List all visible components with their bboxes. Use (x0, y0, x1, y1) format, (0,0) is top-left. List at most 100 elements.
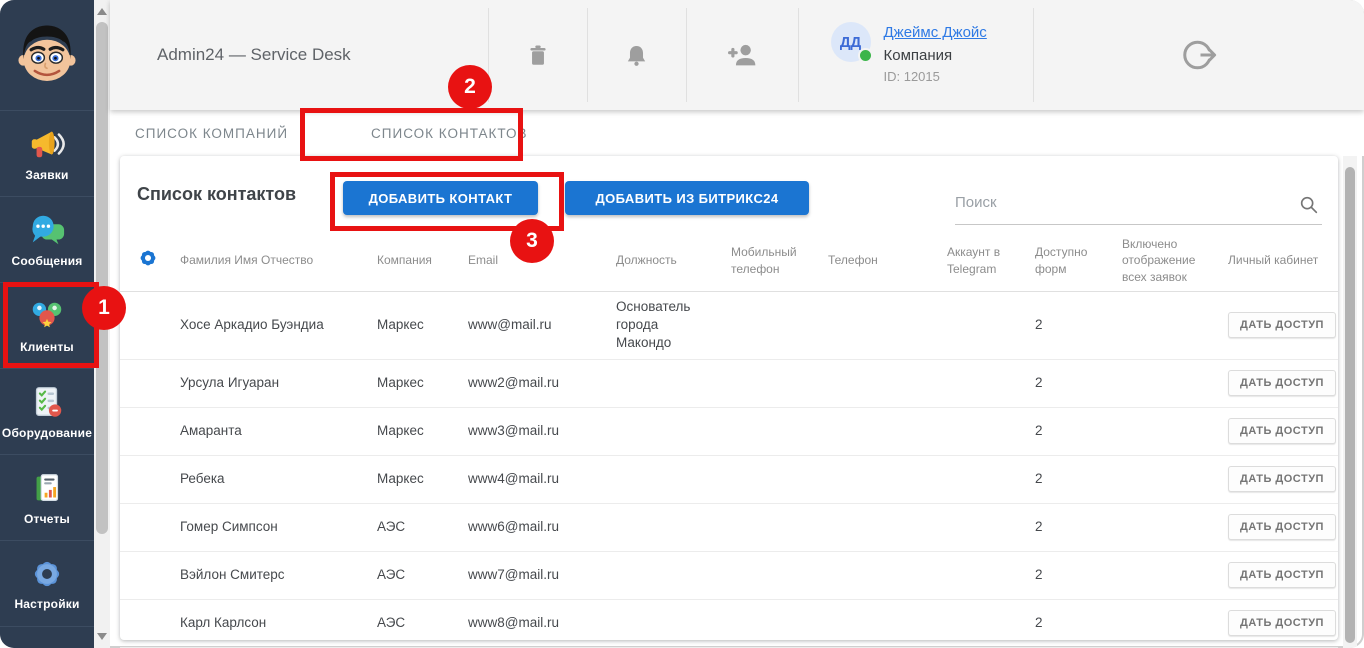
table-row: Ребека Маркес www4@mail.ru 2 ДАТЬ ДОСТУП (120, 456, 1338, 504)
grant-access-button[interactable]: ДАТЬ ДОСТУП (1228, 562, 1336, 589)
notifications-button[interactable] (586, 8, 686, 102)
cell-email: www4@mail.ru (468, 471, 559, 487)
tab-contact-list[interactable]: СПИСОК КОНТАКТОВ (371, 126, 528, 141)
app-title: Admin24 — Service Desk (157, 45, 351, 64)
search-input[interactable] (955, 186, 1285, 211)
tab-company-list[interactable]: СПИСОК КОМПАНИЙ (135, 126, 288, 141)
user-name-link[interactable]: Джеймс Джойс (884, 22, 987, 45)
col-header-telegram: Аккаунт в Telegram (947, 245, 1001, 276)
left-scrollbar-thumb[interactable] (96, 22, 108, 534)
sidebar-avatar (0, 0, 94, 108)
cell-cabinet: ДАТЬ ДОСТУП (1228, 610, 1345, 637)
grant-access-button[interactable]: ДАТЬ ДОСТУП (1228, 418, 1336, 445)
cell-company: АЭС (377, 519, 406, 535)
cell-position (616, 518, 731, 536)
add-from-bitrix24-button[interactable]: ДОБАВИТЬ ИЗ БИТРИКС24 (565, 181, 809, 215)
cell-name: Ребека (180, 471, 225, 487)
col-header-position: Должность (616, 253, 677, 268)
reports-icon (36, 474, 59, 501)
cell-name: Урсула Игуаран (180, 375, 280, 391)
cell-name: Гомер Симпсон (180, 519, 278, 535)
scroll-down-arrow[interactable] (97, 633, 107, 640)
sidebar-item-label: Отчеты (23, 512, 71, 526)
col-header-name: Фамилия Имя Отчество (180, 253, 314, 268)
add-contact-button[interactable]: ДОБАВИТЬ КОНТАКТ (343, 181, 538, 215)
col-header-display-all: Включено отображение всех заявок (1122, 237, 1196, 284)
sidebar-item-equipment[interactable]: Оборудование (0, 369, 94, 455)
cell-company: Маркес (377, 423, 424, 439)
cell-position (616, 422, 731, 440)
cell-email: www6@mail.ru (468, 519, 559, 535)
search-icon[interactable] (1298, 194, 1320, 221)
cell-display-all (1122, 518, 1228, 536)
sidebar-item-label: Сообщения (11, 254, 83, 268)
cell-name: Амаранта (180, 423, 242, 439)
grant-access-button[interactable]: ДАТЬ ДОСТУП (1228, 514, 1336, 541)
cell-forms-count: 2 (1035, 317, 1043, 333)
trash-button[interactable] (487, 8, 587, 102)
user-avatar[interactable]: ДД (830, 22, 873, 63)
user-initials: ДД (839, 33, 862, 51)
page-title: Список контактов (137, 184, 297, 204)
cell-display-all (1122, 374, 1228, 392)
grant-access-button[interactable]: ДАТЬ ДОСТУП (1228, 610, 1336, 637)
col-header-cabinet: Личный кабинет (1228, 253, 1319, 268)
cell-cabinet: ДАТЬ ДОСТУП (1228, 514, 1345, 541)
grant-access-button[interactable]: ДАТЬ ДОСТУП (1228, 466, 1336, 493)
cell-display-all (1122, 614, 1228, 632)
cell-email: www8@mail.ru (468, 615, 559, 631)
sidebar-item-tickets[interactable]: Заявки (0, 110, 94, 197)
cell-company: Маркес (377, 471, 424, 487)
table-row: Вэйлон Смитерс АЭС www7@mail.ru 2 ДАТЬ Д… (120, 552, 1338, 600)
cell-company: Маркес (377, 317, 424, 333)
grant-access-button[interactable]: ДАТЬ ДОСТУП (1228, 312, 1336, 339)
right-scrollbar-thumb[interactable] (1345, 167, 1355, 643)
cell-email: www7@mail.ru (468, 567, 559, 583)
cell-position (616, 470, 731, 488)
user-id: ID: 12015 (883, 69, 940, 84)
col-header-email: Email (468, 253, 499, 268)
sidebar-item-label: Клиенты (20, 340, 74, 354)
table-body: Хосе Аркадио Буэндиа Маркес www@mail.ru … (120, 292, 1338, 648)
sidebar-item-label: Заявки (25, 168, 69, 182)
clients-icon (32, 302, 62, 328)
cell-forms-count: 2 (1035, 615, 1043, 631)
chat-icon (32, 215, 65, 245)
logout-icon (1183, 40, 1217, 70)
equipment-icon (35, 387, 62, 417)
search-field (955, 186, 1322, 225)
scroll-up-arrow[interactable] (97, 8, 107, 15)
table-row: Карл Карлсон АЭС www8@mail.ru 2 ДАТЬ ДОС… (120, 600, 1338, 648)
table-row: Хосе Аркадио Буэндиа Маркес www@mail.ru … (120, 292, 1338, 360)
table-header: Фамилия Имя Отчество Компания Email Долж… (120, 230, 1338, 292)
logout-button[interactable] (1032, 8, 1364, 102)
cell-display-all (1122, 422, 1228, 440)
cell-position (616, 374, 731, 392)
sidebar-item-clients[interactable]: Клиенты (0, 283, 94, 369)
cell-forms-count: 2 (1035, 567, 1043, 583)
app-window: Заявки Сообщения Клиенты Оборудование От… (0, 0, 1364, 648)
table-row: Амаранта Маркес www3@mail.ru 2 ДАТЬ ДОСТ… (120, 408, 1338, 456)
cell-email: www@mail.ru (468, 317, 552, 333)
cell-name: Вэйлон Смитерс (180, 567, 285, 583)
table-gear-icon (140, 250, 156, 266)
cell-forms-count: 2 (1035, 471, 1043, 487)
sidebar-item-label: Оборудование (1, 426, 93, 440)
cell-company: АЭС (377, 567, 406, 583)
header: Admin24 — Service Desk ДД Джеймс Джойс К… (110, 0, 1364, 110)
grant-access-button[interactable]: ДАТЬ ДОСТУП (1228, 370, 1336, 397)
sidebar-item-messages[interactable]: Сообщения (0, 197, 94, 283)
cell-display-all (1122, 470, 1228, 488)
sidebar-item-settings[interactable]: Настройки (0, 541, 94, 627)
cell-cabinet: ДАТЬ ДОСТУП (1228, 312, 1345, 339)
col-header-company: Компания (377, 253, 432, 268)
table-settings-button[interactable] (137, 247, 180, 273)
bell-icon (627, 45, 646, 66)
sidebar-item-label: Настройки (14, 597, 80, 611)
sidebar: Заявки Сообщения Клиенты Оборудование От… (0, 0, 94, 648)
cell-forms-count: 2 (1035, 519, 1043, 535)
add-user-button[interactable] (685, 8, 798, 102)
col-header-phone: Телефон (828, 253, 878, 268)
gear-icon (34, 561, 60, 587)
sidebar-item-reports[interactable]: Отчеты (0, 455, 94, 541)
